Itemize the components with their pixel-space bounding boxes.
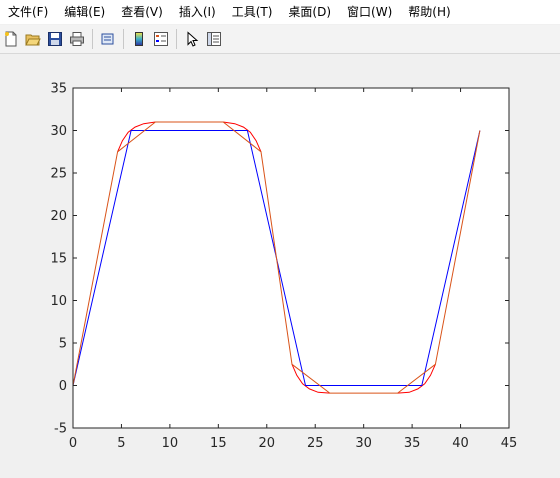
menu-desktop[interactable]: 桌面(D)	[280, 0, 339, 24]
menu-window[interactable]: 窗口(W)	[339, 0, 400, 24]
x-tick-label: 45	[501, 436, 518, 451]
menu-help[interactable]: 帮助(H)	[400, 0, 458, 24]
y-tick-label: 30	[50, 124, 67, 139]
x-tick-label: 5	[117, 436, 125, 451]
x-tick-label: 40	[452, 436, 469, 451]
y-tick-label: -5	[54, 422, 67, 437]
menu-insert[interactable]: 插入(I)	[171, 0, 224, 24]
menu-view[interactable]: 查看(V)	[113, 0, 171, 24]
open-folder-icon[interactable]	[22, 28, 44, 50]
x-tick-label: 30	[355, 436, 372, 451]
x-tick-label: 10	[162, 436, 179, 451]
figure-toolbar	[0, 25, 560, 54]
new-file-icon[interactable]	[0, 28, 22, 50]
axes-background	[73, 88, 509, 428]
menu-bar: 文件(F) 编辑(E) 查看(V) 插入(I) 工具(T) 桌面(D) 窗口(W…	[0, 0, 560, 24]
save-icon[interactable]	[44, 28, 66, 50]
toolbar-separator	[176, 29, 177, 49]
x-tick-label: 15	[210, 436, 227, 451]
y-tick-label: 35	[50, 82, 67, 97]
menu-file[interactable]: 文件(F)	[0, 0, 56, 24]
y-tick-label: 5	[59, 337, 67, 352]
y-tick-label: 25	[50, 167, 67, 182]
property-inspector-icon[interactable]	[203, 28, 225, 50]
y-tick-label: 15	[50, 252, 67, 267]
line-chart: 0 5 10 15 20 25 30 35 40 45-505101520253035	[50, 82, 518, 452]
y-tick-label: 20	[50, 209, 67, 224]
y-tick-label: 10	[50, 294, 67, 309]
pointer-icon[interactable]	[181, 28, 203, 50]
print-preview-icon[interactable]	[97, 28, 119, 50]
legend-icon[interactable]	[150, 28, 172, 50]
print-icon[interactable]	[66, 28, 88, 50]
x-tick-label: 35	[404, 436, 421, 451]
toolbar-separator	[92, 29, 93, 49]
y-tick-label: 0	[59, 379, 67, 394]
x-tick-label: 25	[307, 436, 324, 451]
x-tick-label: 20	[259, 436, 276, 451]
figure-canvas: 0 5 10 15 20 25 30 35 40 45 -5 0 5 10 15 20 25 30 35	[0, 54, 560, 475]
toolbar-separator	[123, 29, 124, 49]
menu-tools[interactable]: 工具(T)	[224, 0, 281, 24]
colorbar-icon[interactable]	[128, 28, 150, 50]
menu-edit[interactable]: 编辑(E)	[56, 0, 113, 24]
x-tick-label: 0	[69, 436, 77, 451]
